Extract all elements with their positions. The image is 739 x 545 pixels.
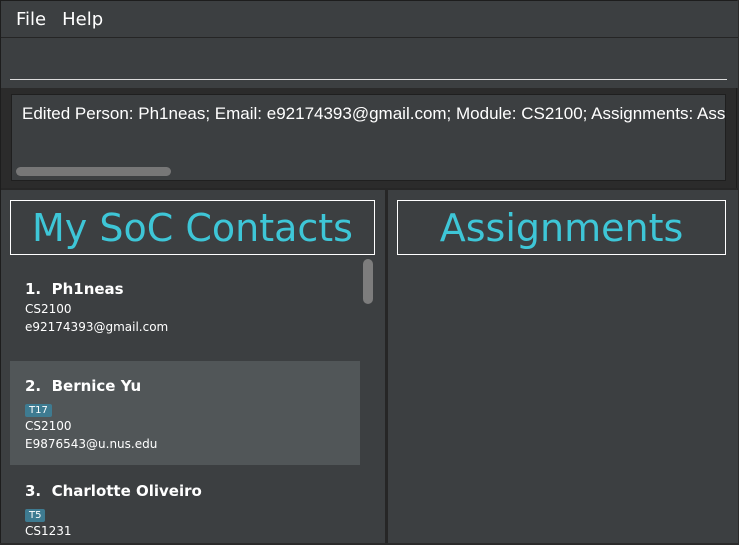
contact-list-scrollbar[interactable] (363, 259, 373, 304)
contact-name-line: 1. Ph1neas (25, 280, 360, 298)
contact-email: E9876543@u.nus.edu (25, 437, 158, 451)
contact-list[interactable]: 1. Ph1neas CS2100 e92174393@gmail.com 2.… (10, 259, 360, 543)
contact-index: 2. (25, 377, 42, 395)
contact-card[interactable]: 1. Ph1neas CS2100 e92174393@gmail.com (10, 259, 360, 361)
contact-name-line: 3. Charlotte Oliveiro (25, 482, 360, 500)
contact-tag: T17 (25, 404, 52, 417)
contact-card[interactable]: 2. Bernice Yu T17 CS2100 E9876543@u.nus.… (10, 361, 360, 465)
menu-file[interactable]: File (8, 9, 54, 30)
contact-module: CS2100 (25, 419, 72, 433)
contact-tag: T5 (25, 509, 46, 522)
assignments-panel: Assignments (388, 190, 738, 543)
contact-module: CS2100 (25, 302, 72, 316)
result-text: Edited Person: Ph1neas; Email: e92174393… (22, 104, 726, 123)
contact-name: Bernice Yu (51, 377, 142, 395)
contact-name: Ph1neas (51, 280, 124, 298)
contact-email: e92174393@gmail.com (25, 320, 169, 334)
result-display: Edited Person: Ph1neas; Email: e92174393… (11, 94, 726, 181)
result-horizontal-scrollbar[interactable] (16, 167, 171, 176)
contacts-panel: My SoC Contacts 1. Ph1neas CS2100 e92174… (1, 190, 385, 543)
contact-card[interactable]: 3. Charlotte Oliveiro T5 CS1231 (10, 465, 360, 543)
command-input[interactable] (10, 44, 727, 80)
menu-help[interactable]: Help (54, 9, 111, 30)
contact-index: 1. (25, 280, 42, 298)
command-area (1, 38, 738, 88)
contact-name-line: 2. Bernice Yu (25, 377, 360, 395)
contacts-panel-title: My SoC Contacts (10, 200, 375, 255)
assignments-panel-title: Assignments (397, 200, 726, 255)
contact-module: CS1231 (25, 524, 72, 538)
contact-index: 3. (25, 482, 42, 500)
menu-bar: File Help (1, 1, 738, 38)
contact-name: Charlotte Oliveiro (51, 482, 202, 500)
